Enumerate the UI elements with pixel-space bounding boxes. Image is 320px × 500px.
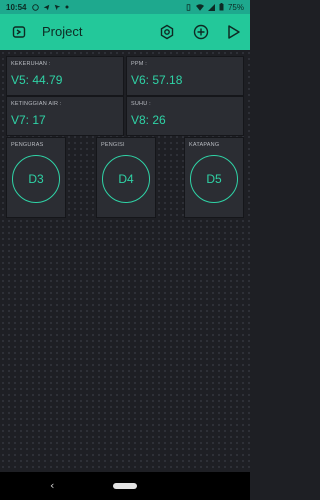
widget-value: V7: 17 xyxy=(11,113,46,127)
button-widget-pengisi[interactable]: PENGISI D4 xyxy=(96,137,156,218)
back-icon[interactable]: ‹ xyxy=(50,479,54,492)
device-switch-icon[interactable] xyxy=(10,23,28,41)
battery-icon xyxy=(219,3,224,11)
dashboard-canvas: KEKERUHAN : V5: 44.79 PPM : V6: 57.18 KE… xyxy=(0,50,250,472)
value-display-ketinggian-air[interactable]: KETINGGIAN AIR : V7: 17 xyxy=(6,96,124,136)
widget-label: PPM : xyxy=(131,61,147,67)
battery-level: 75% xyxy=(227,2,244,12)
widget-label: PENGISI xyxy=(101,142,125,148)
widget-label: PENGURAS xyxy=(11,142,44,148)
notification-icons xyxy=(32,3,69,11)
value-display-suhu[interactable]: SUHU : V8: 26 xyxy=(126,96,244,136)
project-title: Project xyxy=(42,24,83,39)
button-widget-katapang[interactable]: KATAPANG D5 xyxy=(184,137,244,218)
hexagon-settings-icon[interactable] xyxy=(158,23,176,41)
wifi-icon xyxy=(195,3,204,11)
play-icon[interactable] xyxy=(225,23,243,41)
button-widget-penguras[interactable]: PENGURAS D3 xyxy=(6,137,66,218)
location-icon xyxy=(55,4,61,10)
app-bar: Project xyxy=(0,14,250,50)
widget-label: KATAPANG xyxy=(189,142,220,148)
home-pill-icon[interactable] xyxy=(113,483,137,489)
dot-icon xyxy=(65,5,69,9)
vibrate-icon xyxy=(186,3,191,11)
status-right: 75% xyxy=(185,3,244,12)
telegram-icon xyxy=(44,4,50,10)
widget-label: KEKERUHAN : xyxy=(11,61,51,67)
whatsapp-icon xyxy=(32,3,40,11)
widget-label: SUHU : xyxy=(131,101,151,107)
value-display-ppm[interactable]: PPM : V6: 57.18 xyxy=(126,56,244,96)
pengisi-button[interactable]: D4 xyxy=(102,155,150,204)
system-nav-bar: ‹ xyxy=(0,472,250,500)
widget-value: V8: 26 xyxy=(131,113,166,127)
plus-circle-icon[interactable] xyxy=(192,23,210,41)
penguras-button[interactable]: D3 xyxy=(12,155,60,204)
widget-label: KETINGGIAN AIR : xyxy=(11,101,62,107)
signal-icon xyxy=(207,3,215,11)
widget-value: V6: 57.18 xyxy=(131,73,183,87)
widget-value: V5: 44.79 xyxy=(11,73,63,87)
status-time: 10:54 xyxy=(6,2,27,12)
value-display-kekeruhan[interactable]: KEKERUHAN : V5: 44.79 xyxy=(6,56,124,96)
status-bar: 10:54 75% xyxy=(0,0,250,14)
katapang-button[interactable]: D5 xyxy=(190,155,238,204)
